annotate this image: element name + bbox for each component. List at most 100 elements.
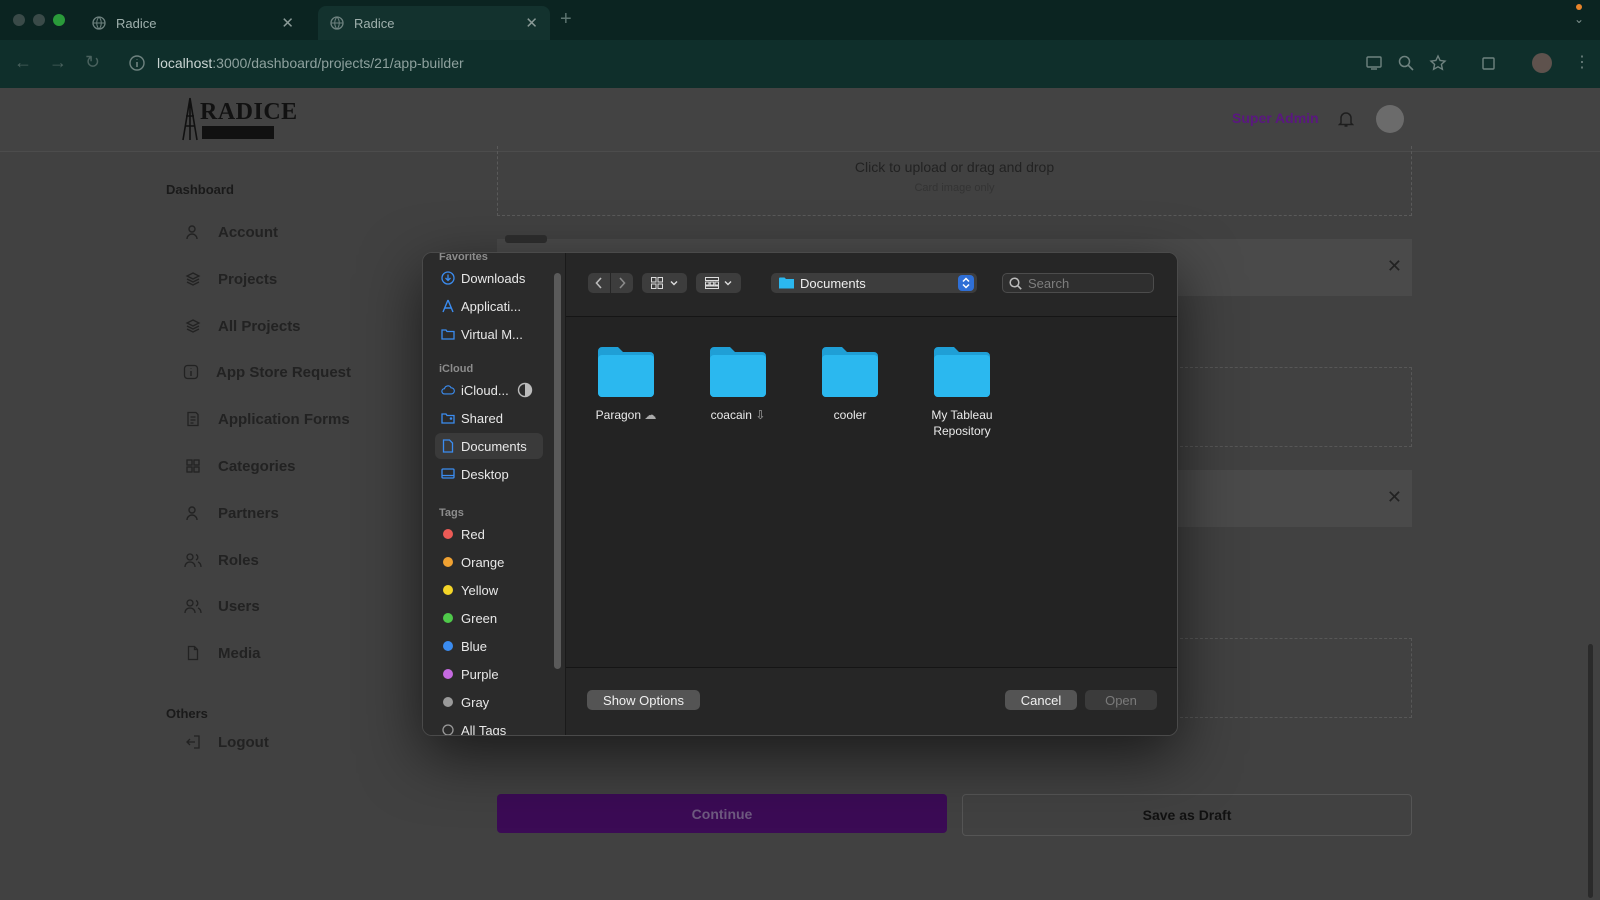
continue-button[interactable]: Continue: [497, 794, 947, 833]
remove-file-icon[interactable]: ✕: [1387, 256, 1402, 277]
bell-icon[interactable]: [1338, 110, 1354, 128]
tab-title: Radice: [354, 15, 395, 31]
sidebar-item-documents[interactable]: Documents: [435, 433, 543, 459]
close-tab-icon[interactable]: ✕: [281, 14, 294, 32]
cancel-button[interactable]: Cancel: [1005, 690, 1077, 710]
group-by-button[interactable]: [696, 273, 741, 293]
sidebar-item-categories[interactable]: Categories: [184, 457, 296, 475]
layers-icon: [184, 270, 202, 288]
file-item[interactable]: coacain ⇩: [690, 345, 786, 423]
tab-title: Radice: [116, 15, 157, 31]
star-icon[interactable]: [1429, 54, 1447, 72]
close-tab-icon[interactable]: ✕: [525, 14, 538, 32]
extensions-icon[interactable]: [1480, 54, 1498, 72]
sidebar-item-account[interactable]: Account: [184, 223, 278, 241]
sidebar-item-label: Gray: [461, 694, 490, 710]
user-icon: [184, 223, 202, 241]
upload-dropzone[interactable]: Click to upload or drag and drop Card im…: [497, 146, 1412, 216]
chevron-down-icon[interactable]: ⌄: [1574, 12, 1584, 26]
sidebar-tag-orange[interactable]: Orange: [435, 549, 543, 575]
sidebar-tag-purple[interactable]: Purple: [435, 661, 543, 687]
icloud-heading: iCloud: [439, 363, 474, 375]
sidebar-item-label: iCloud...: [461, 382, 509, 398]
minimize-window-button[interactable]: [33, 14, 45, 26]
site-info-icon[interactable]: [128, 54, 146, 72]
sidebar-tag-green[interactable]: Green: [435, 605, 543, 631]
favorites-heading: Favorites: [439, 252, 488, 263]
back-icon[interactable]: ←: [14, 52, 32, 73]
layers-icon: [184, 317, 202, 335]
search-field[interactable]: [1002, 273, 1154, 293]
forward-button[interactable]: [611, 273, 633, 293]
sidebar-item-logout[interactable]: Logout: [184, 733, 269, 751]
sidebar-item-roles[interactable]: Roles: [184, 551, 259, 569]
sidebar-tag-blue[interactable]: Blue: [435, 633, 543, 659]
tag-color-dot: [441, 611, 455, 625]
file-item[interactable]: cooler: [802, 345, 898, 423]
sidebar-item-downloads[interactable]: Downloads: [435, 265, 543, 291]
sidebar-item-application-forms[interactable]: Application Forms: [184, 410, 350, 428]
browser-tab-bar: Radice ✕ Radice ✕ + ⌄: [0, 0, 1600, 40]
sidebar-item-icloud-drive[interactable]: iCloud...: [435, 377, 543, 403]
info-icon: [182, 363, 200, 381]
users-icon: [184, 597, 202, 615]
sidebar-tag-yellow[interactable]: Yellow: [435, 577, 543, 603]
tag-color-dot: [441, 639, 455, 653]
logout-icon: [184, 733, 202, 751]
close-window-button[interactable]: [13, 14, 25, 26]
sidebar-item-all-tags[interactable]: All Tags: [435, 717, 543, 735]
sidebar-item-media[interactable]: Media: [184, 644, 261, 662]
url-field[interactable]: localhost:3000/dashboard/projects/21/app…: [157, 55, 464, 71]
remove-file-icon[interactable]: ✕: [1387, 487, 1402, 508]
view-mode-button[interactable]: [642, 273, 687, 293]
sidebar-tag-red[interactable]: Red: [435, 521, 543, 547]
chevron-down-icon: [670, 281, 678, 286]
sidebar-item-partners[interactable]: Partners: [184, 504, 279, 522]
search-input[interactable]: [1028, 275, 1138, 291]
sidebar-item-virtual-machines[interactable]: Virtual M...: [435, 321, 543, 347]
sidebar-item-shared[interactable]: Shared: [435, 405, 543, 431]
logo-tagline-bar: [202, 126, 274, 139]
browser-tab[interactable]: Radice ✕: [80, 6, 306, 40]
sidebar-item-label: Users: [218, 597, 260, 615]
upload-dropzone-tertiary[interactable]: [1180, 638, 1412, 718]
avatar[interactable]: [1376, 105, 1404, 133]
menu-icon[interactable]: ⋮: [1574, 52, 1590, 72]
sidebar-item-projects[interactable]: Projects: [184, 270, 277, 288]
file-item[interactable]: Paragon ☁: [578, 345, 674, 423]
sidebar-item-applications[interactable]: Applicati...: [435, 293, 543, 319]
location-select[interactable]: Documents: [771, 273, 977, 293]
page-scrollbar[interactable]: [1588, 644, 1593, 898]
folder-icon: [598, 347, 654, 397]
globe-icon: [330, 16, 344, 30]
upload-title: Click to upload or drag and drop: [854, 159, 1055, 175]
zoom-window-button[interactable]: [53, 14, 65, 26]
logo-mark-icon: [182, 97, 198, 141]
sidebar-item-label: Orange: [461, 554, 505, 570]
save-draft-button[interactable]: Save as Draft: [962, 794, 1412, 836]
sidebar-item-app-store-request[interactable]: App Store Request: [182, 363, 351, 381]
reload-icon[interactable]: ↻: [85, 52, 100, 73]
zoom-icon[interactable]: [1397, 54, 1415, 72]
back-button[interactable]: [588, 273, 610, 293]
install-app-icon[interactable]: [1365, 54, 1383, 72]
sidebar-item-users[interactable]: Users: [184, 597, 260, 615]
tag-color-dot: [441, 695, 455, 709]
open-button[interactable]: Open: [1085, 690, 1157, 710]
file-item[interactable]: My Tableau Repository: [914, 345, 1010, 439]
upload-dropzone-secondary[interactable]: [1180, 367, 1412, 447]
sidebar-item-desktop[interactable]: Desktop: [435, 461, 543, 487]
download-icon: [441, 271, 455, 285]
sidebar-item-label: Red: [461, 526, 485, 542]
sidebar-scrollbar[interactable]: [554, 273, 561, 669]
browser-tab-active[interactable]: Radice ✕: [318, 6, 550, 40]
sidebar-tag-gray[interactable]: Gray: [435, 689, 543, 715]
forward-icon[interactable]: →: [49, 52, 67, 73]
show-options-button[interactable]: Show Options: [587, 690, 700, 710]
user-role-label[interactable]: Super Admin: [1232, 110, 1319, 126]
new-tab-icon[interactable]: +: [560, 8, 572, 31]
file-icon: [184, 644, 202, 662]
user-icon: [184, 504, 202, 522]
sidebar-item-all-projects[interactable]: All Projects: [184, 317, 301, 335]
profile-avatar[interactable]: [1532, 53, 1552, 73]
